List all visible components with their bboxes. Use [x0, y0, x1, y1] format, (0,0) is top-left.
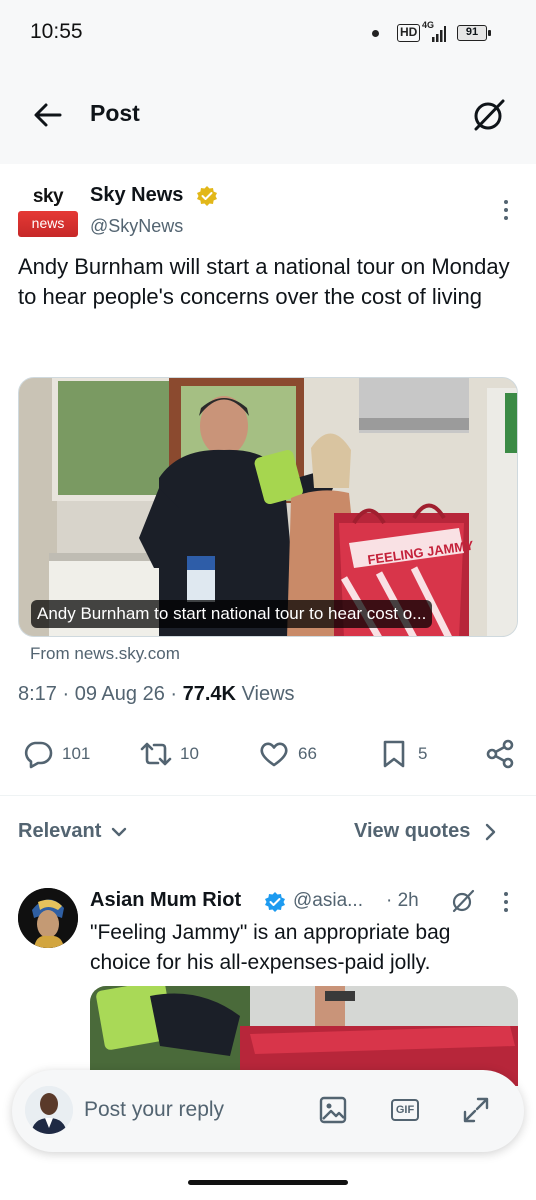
bookmark-icon — [383, 740, 405, 768]
view-quotes-label: View quotes — [354, 820, 471, 842]
avatar-news-text: news — [18, 211, 78, 237]
link-source[interactable]: From news.sky.com — [30, 644, 180, 664]
user-avatar-image — [25, 1086, 73, 1134]
arrow-left-icon[interactable] — [30, 99, 66, 131]
like-count: 66 — [298, 744, 317, 763]
signal-icon — [432, 26, 446, 42]
gif-icon: GIF — [390, 1099, 420, 1121]
author-handle[interactable]: @SkyNews — [90, 216, 183, 237]
reply-text: "Feeling Jammy" is an appropriate bag ch… — [90, 921, 451, 974]
relevant-label: Relevant — [18, 820, 102, 842]
image-icon[interactable] — [317, 1094, 349, 1126]
reply-button[interactable]: 101 — [22, 736, 90, 772]
home-indicator[interactable] — [188, 1180, 348, 1185]
page-title: Post — [90, 100, 140, 126]
chevron-down-icon — [112, 827, 127, 836]
divider — [0, 795, 536, 796]
meta-separator: · — [170, 683, 178, 705]
post-text: Andy Burnham will start a national tour … — [18, 254, 510, 309]
heart-icon — [260, 742, 288, 767]
reply-count: 101 — [62, 744, 91, 763]
author-name[interactable]: Sky News — [90, 184, 183, 207]
reply-input-placeholder[interactable]: Post your reply — [84, 1098, 224, 1122]
bookmark-count: 5 — [418, 744, 428, 763]
meta-separator: · — [62, 683, 70, 705]
reply-avatar[interactable] — [18, 888, 78, 948]
post-date: 09 Aug 26 — [74, 683, 165, 705]
reply-author-name[interactable]: Asian Mum Riot — [90, 889, 241, 912]
status-bar: 10:55 HD 4G 91 — [0, 0, 536, 64]
reply-icon — [24, 741, 53, 769]
repost-count: 10 — [180, 744, 199, 763]
link-card-caption: Andy Burnham to start national tour to h… — [31, 600, 433, 628]
avatar-sky-text: sky — [32, 186, 64, 207]
top-app-bar: Post — [0, 64, 536, 164]
verified-blue-icon — [265, 892, 285, 912]
share-icon — [486, 739, 514, 769]
like-button[interactable]: 66 — [258, 736, 317, 772]
grok-icon[interactable] — [450, 888, 476, 914]
views-count[interactable]: 77.4K — [183, 683, 236, 705]
more-options-icon[interactable] — [494, 198, 518, 222]
share-button[interactable] — [484, 736, 516, 772]
bookmark-button[interactable]: 5 — [378, 736, 427, 772]
reply-author-handle[interactable]: @asia... — [293, 890, 363, 912]
more-options-icon[interactable] — [494, 890, 518, 914]
gif-button[interactable]: GIF — [389, 1094, 421, 1126]
post-time: 8:17 — [18, 683, 57, 705]
grok-icon[interactable] — [470, 96, 508, 134]
sort-relevant-button[interactable]: Relevant — [18, 820, 129, 843]
reply-time: · 2h — [386, 890, 419, 911]
notification-dot-icon — [372, 30, 379, 37]
reply-avatar-image — [18, 888, 78, 948]
reply-composer[interactable]: Post your reply GIF — [12, 1070, 524, 1152]
user-avatar[interactable] — [25, 1086, 73, 1134]
battery-icon: 91 — [457, 25, 491, 41]
link-card-image: FEELING JAMMY — [19, 378, 517, 636]
post-actions: 101 10 66 5 — [0, 736, 536, 772]
sky-news-avatar[interactable]: sky news — [18, 185, 78, 241]
expand-icon[interactable] — [460, 1094, 492, 1126]
repost-button[interactable]: 10 — [140, 736, 199, 772]
hd-badge: HD — [397, 24, 421, 42]
view-quotes-button[interactable]: View quotes — [354, 820, 498, 843]
views-label: Views — [241, 683, 295, 705]
status-time: 10:55 — [30, 20, 83, 43]
repost-icon — [140, 742, 172, 766]
chevron-right-icon — [486, 823, 496, 840]
verified-gold-icon — [197, 186, 217, 206]
link-card[interactable]: FEELING JAMMY Andy Burnham to start nati… — [18, 377, 518, 637]
post-meta: 8:17 · 09 Aug 26 · 77.4K Views — [18, 683, 295, 706]
